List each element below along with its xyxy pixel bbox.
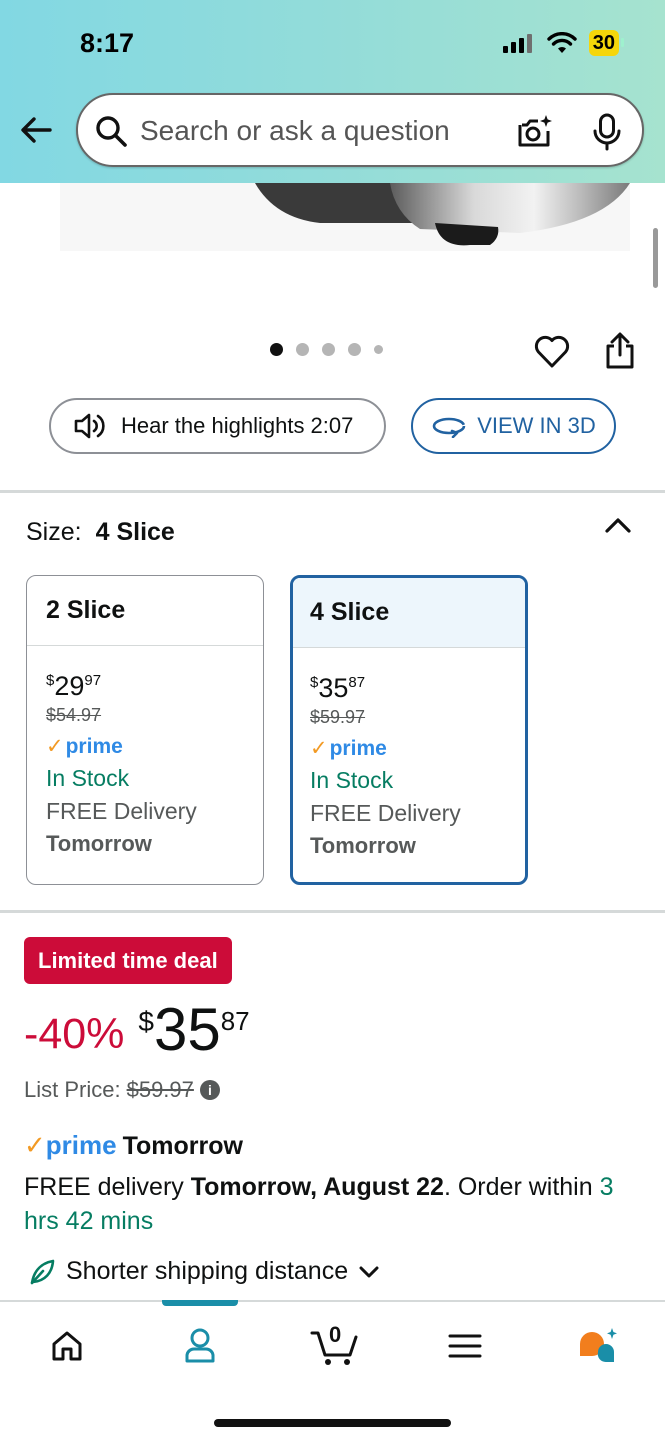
back-button[interactable] [18, 112, 58, 152]
shipping-distance-label: Shorter shipping distance [66, 1257, 349, 1285]
cart-count: 0 [329, 1322, 342, 1347]
nav-account[interactable] [178, 1324, 222, 1368]
wifi-icon [547, 32, 577, 53]
delivery-text: FREE Delivery [46, 798, 197, 824]
size-option-4-slice[interactable]: 4 Slice $3587 $59.97 ✓ prime In Stock FRE… [290, 575, 528, 885]
size-option-price: $3587 [310, 673, 366, 703]
prime-check-icon: ✓ [46, 735, 64, 758]
nav-menu[interactable] [443, 1324, 487, 1368]
size-option-price: $2997 [46, 671, 102, 701]
image-pagination[interactable] [270, 343, 383, 356]
size-option-name: 2 Slice [27, 576, 263, 646]
ai-assistant-icon [580, 1328, 617, 1363]
deal-price: -40% $ 35 87 [24, 996, 250, 1063]
chevron-down-icon [359, 1266, 379, 1277]
header: 8:17 30 [0, 0, 665, 183]
pagination-dot[interactable] [296, 343, 309, 356]
nav-home[interactable] [45, 1324, 89, 1368]
pagination-dot[interactable] [270, 343, 283, 356]
prime-delivery-header: ✓prime Tomorrow [24, 1130, 243, 1160]
selected-size: 4 Slice [95, 518, 175, 546]
limited-time-deal-badge: Limited time deal [24, 937, 232, 984]
delivery-text: FREE Delivery [310, 800, 461, 826]
hamburger-menu-icon [448, 1334, 482, 1358]
camera-search-icon[interactable] [516, 113, 554, 151]
leaf-icon [30, 1259, 55, 1284]
home-indicator-bar [214, 1419, 451, 1427]
scroll-indicator [653, 228, 658, 288]
hear-highlights-label: Hear the highlights 2:07 [121, 413, 354, 438]
prime-badge: ✓ prime [46, 734, 123, 759]
size-label: Size: [26, 518, 82, 546]
pagination-dot[interactable] [322, 343, 335, 356]
speaker-icon [74, 413, 105, 439]
view-in-3d-label: VIEW IN 3D [477, 413, 596, 438]
delivery-day: Tomorrow [310, 833, 416, 858]
wishlist-heart-icon[interactable] [533, 333, 571, 369]
section-divider [0, 910, 665, 913]
search-input[interactable] [140, 113, 480, 149]
active-tab-indicator [162, 1300, 238, 1306]
delivery-day: Tomorrow [46, 831, 152, 856]
back-arrow-icon [21, 117, 52, 143]
section-divider [0, 490, 665, 493]
list-price: List Price: $59.97 i [24, 1077, 220, 1103]
size-option-list-price: $54.97 [46, 705, 102, 725]
home-icon [52, 1331, 82, 1361]
prime-badge: ✓ prime [310, 736, 387, 761]
share-icon[interactable] [604, 332, 636, 370]
stock-status: In Stock [310, 767, 394, 793]
person-icon [185, 1328, 215, 1363]
view-in-3d-button[interactable]: VIEW IN 3D [411, 398, 616, 454]
hear-highlights-button[interactable]: Hear the highlights 2:07 [49, 398, 386, 454]
chevron-up-icon[interactable] [604, 515, 632, 535]
search-icon [96, 116, 127, 147]
signal-icon [502, 34, 532, 53]
product-image[interactable] [60, 183, 630, 253]
stock-status: In Stock [46, 765, 130, 791]
battery-indicator: 30 [588, 30, 625, 56]
status-icons: 30 [502, 30, 625, 56]
nav-rufus-assistant[interactable] [576, 1324, 620, 1368]
status-time: 8:17 [80, 28, 135, 58]
prime-logo: ✓prime [24, 1130, 117, 1160]
discount-percent: -40% [24, 1010, 125, 1058]
pagination-dot[interactable] [348, 343, 361, 356]
product-page: 8:17 30 Search or ask a question Hear th… [0, 0, 665, 1440]
size-selector-label: Size: 4 Slice [26, 518, 175, 547]
size-option-name: 4 Slice [293, 578, 525, 648]
search-bar[interactable] [76, 93, 644, 167]
microphone-icon[interactable] [592, 113, 622, 151]
shorter-shipping-toggle[interactable]: Shorter shipping distance [28, 1257, 380, 1286]
size-option-list-price: $59.97 [310, 707, 366, 727]
bottom-navigation: 0 [0, 1300, 665, 1440]
prime-check-icon: ✓ [310, 737, 328, 760]
size-option-2-slice[interactable]: 2 Slice $2997 $54.97 ✓ prime In Stock FRE… [26, 575, 264, 885]
delivery-message: FREE delivery Tomorrow, August 22. Order… [24, 1173, 614, 1235]
rotate-3d-icon [432, 417, 466, 438]
pagination-dot[interactable] [374, 345, 383, 354]
nav-cart[interactable]: 0 [310, 1322, 360, 1368]
info-icon[interactable]: i [199, 1080, 220, 1100]
